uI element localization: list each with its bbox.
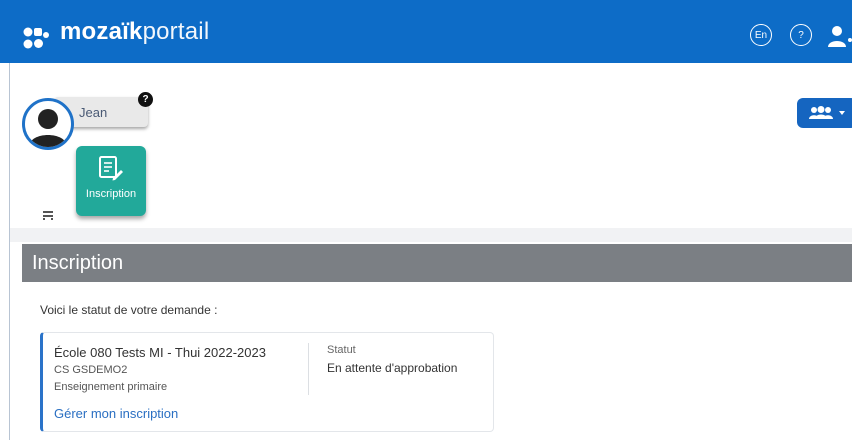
manage-registration-link[interactable]: Gérer mon inscription [54, 406, 178, 421]
language-button[interactable]: En [750, 24, 772, 46]
section-separator [10, 228, 852, 242]
help-button[interactable]: ? [790, 24, 812, 46]
section-header [22, 244, 852, 282]
form-edit-icon [99, 156, 123, 181]
collapse-icon[interactable] [42, 210, 54, 220]
education-level: Enseignement primaire [54, 381, 168, 393]
profile-help-badge[interactable]: ? [138, 92, 153, 107]
person-silhouette-icon [29, 109, 67, 147]
app-tile-label: Inscription [85, 188, 137, 200]
card-divider [308, 343, 309, 395]
mozaik-logo-icon [23, 27, 49, 49]
school-name: École 080 Tests MI - Thui 2022-2023 [54, 345, 266, 360]
status-label: Statut [327, 344, 356, 356]
status-intro-text: Voici le statut de votre demande : [40, 303, 218, 317]
school-code: CS GSDEMO2 [54, 364, 128, 376]
users-group-icon [809, 106, 845, 119]
app-tile-inscription[interactable]: Inscription [76, 146, 146, 216]
section-title: Inscription [32, 252, 124, 274]
status-value: En attente d'approbation [327, 361, 458, 375]
groups-menu-button[interactable] [797, 98, 852, 128]
brand-bold: mozaïk [60, 18, 143, 45]
user-icon[interactable] [826, 24, 852, 48]
brand-logo-text[interactable]: mozaïkportail [60, 18, 209, 46]
user-name: Jean [79, 105, 108, 120]
avatar[interactable] [22, 98, 74, 150]
brand-light: portail [142, 18, 210, 45]
page-left-border [9, 62, 10, 440]
chevron-down-icon [839, 111, 845, 115]
